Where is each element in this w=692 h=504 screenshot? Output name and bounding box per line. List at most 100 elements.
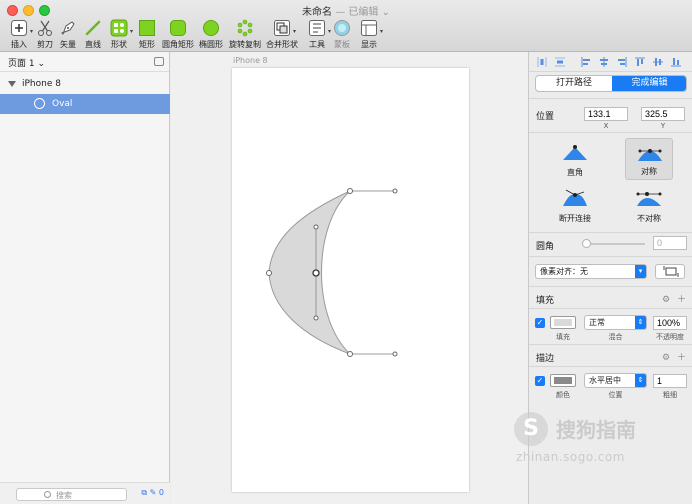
document-status[interactable]: — 已编辑 ⌄ bbox=[335, 7, 390, 18]
border-thickness-field[interactable] bbox=[653, 374, 687, 388]
rotate-copy-label: 旋转复制 bbox=[229, 40, 261, 49]
divider bbox=[529, 308, 692, 309]
add-fill-icon[interactable]: ＋ bbox=[677, 295, 686, 305]
search-icon bbox=[44, 491, 51, 498]
border-color-label: 颜色 bbox=[556, 391, 570, 399]
canvas[interactable]: iPhone 8 bbox=[171, 52, 528, 504]
footer-tools[interactable]: ⧉ ✎ 0 bbox=[141, 488, 164, 498]
fill-section-title: 填充 bbox=[536, 296, 555, 306]
copy-icon[interactable]: ⧉ bbox=[141, 488, 147, 497]
fill-color-swatch[interactable] bbox=[550, 316, 576, 329]
control-handle[interactable] bbox=[313, 315, 319, 321]
layer-oval[interactable]: Oval bbox=[0, 94, 170, 114]
align-top-icon[interactable] bbox=[635, 57, 645, 67]
control-handle[interactable] bbox=[392, 351, 398, 357]
border-color-swatch[interactable] bbox=[550, 374, 576, 387]
oval-tool[interactable]: 椭圆形 bbox=[194, 19, 228, 51]
pixel-align-dropdown[interactable]: 像素对齐：无 ▾ bbox=[535, 264, 647, 279]
rotate-copy-tool[interactable]: 旋转复制 bbox=[228, 19, 262, 51]
anchor-point[interactable] bbox=[347, 351, 353, 357]
point-type-disconnected[interactable]: 断开连接 bbox=[551, 184, 599, 226]
divider bbox=[529, 132, 692, 133]
border-section-title: 描边 bbox=[536, 354, 555, 364]
border-enabled-checkbox[interactable]: ✓ bbox=[535, 376, 545, 386]
pages-header: 页面 1 ⌄ bbox=[0, 52, 169, 72]
page-selector[interactable]: 页面 1 ⌄ bbox=[8, 56, 45, 69]
disclosure-triangle-icon[interactable] bbox=[8, 81, 16, 87]
crescent-shape[interactable] bbox=[268, 190, 351, 355]
oval-layer-icon bbox=[34, 98, 45, 109]
path-edit-segmented: 打开路径 完成编辑 bbox=[535, 75, 687, 92]
corner-radius-field[interactable] bbox=[653, 236, 687, 250]
finish-editing-button[interactable]: 完成编辑 bbox=[612, 76, 686, 91]
corner-radius-label: 圆角 bbox=[536, 242, 555, 252]
edit-pen-icon[interactable]: ✎ bbox=[150, 488, 157, 497]
fill-enabled-checkbox[interactable]: ✓ bbox=[535, 318, 545, 328]
artboard-title[interactable]: iPhone 8 bbox=[233, 56, 268, 65]
layer-name: iPhone 8 bbox=[22, 79, 61, 89]
align-left-icon[interactable] bbox=[581, 57, 591, 67]
fill-opacity-field[interactable] bbox=[653, 316, 687, 330]
open-path-button[interactable]: 打开路径 bbox=[536, 76, 612, 91]
point-type-straight[interactable]: 直角 bbox=[551, 138, 599, 180]
chevron-down-icon: ▾ bbox=[635, 265, 646, 278]
resize-artboard-button[interactable] bbox=[655, 264, 685, 279]
align-right-icon[interactable] bbox=[617, 57, 627, 67]
layer-artboard[interactable]: iPhone 8 bbox=[0, 76, 170, 94]
add-border-icon[interactable]: ＋ bbox=[677, 353, 686, 363]
distribute-vertical-icon[interactable] bbox=[555, 57, 565, 67]
border-thickness-label: 粗细 bbox=[663, 391, 677, 399]
corner-radius-slider[interactable] bbox=[582, 239, 645, 248]
control-handle[interactable] bbox=[313, 224, 319, 230]
pixel-align-value: 像素对齐：无 bbox=[540, 267, 588, 276]
slider-knob[interactable] bbox=[582, 239, 591, 248]
footer-count: 0 bbox=[158, 488, 164, 497]
document-name: 未命名 bbox=[302, 7, 333, 18]
line-icon bbox=[84, 19, 102, 37]
point-type-asymmetric[interactable]: 不对称 bbox=[625, 184, 673, 226]
view-icon bbox=[360, 19, 378, 37]
rectangle-tool[interactable]: 矩形 bbox=[130, 19, 164, 51]
collapse-pages-icon[interactable] bbox=[154, 57, 164, 66]
rounded-rectangle-icon bbox=[169, 19, 187, 37]
border-position-dropdown[interactable]: 水平居中 ⇕ bbox=[584, 373, 647, 388]
view-menu[interactable]: ▾ 显示 bbox=[352, 19, 386, 51]
shape-editor[interactable] bbox=[232, 68, 469, 492]
blend-mode-value: 正常 bbox=[589, 318, 605, 327]
divider bbox=[529, 98, 692, 99]
divider bbox=[529, 256, 692, 257]
align-center-icon[interactable] bbox=[599, 57, 609, 67]
border-color-preview bbox=[554, 377, 572, 384]
layer-name: Oval bbox=[52, 99, 73, 109]
control-handle[interactable] bbox=[392, 188, 398, 194]
anchor-point[interactable] bbox=[347, 188, 353, 194]
title-toolbar: 未命名 — 已编辑 ⌄ ▾ 插入 剪刀 矢量 直线 ▾ 形状 矩形 圆角矩形 椭… bbox=[0, 0, 692, 52]
artboard[interactable] bbox=[232, 68, 469, 492]
gear-icon[interactable]: ⚙ bbox=[662, 295, 670, 305]
distribute-horizontal-icon[interactable] bbox=[537, 57, 547, 67]
combine-shapes-tool[interactable]: ▾ 合并形状 bbox=[265, 19, 299, 51]
position-label: 位置 bbox=[536, 112, 555, 122]
sidebar-footer: 搜索 ⧉ ✎ 0 bbox=[0, 482, 170, 504]
plus-icon bbox=[10, 19, 28, 37]
anchor-point[interactable] bbox=[266, 270, 272, 276]
point-type-label: 对称 bbox=[641, 167, 657, 176]
rounded-rectangle-tool[interactable]: 圆角矩形 bbox=[161, 19, 195, 51]
blend-label: 混合 bbox=[608, 333, 623, 341]
layer-search-input[interactable]: 搜索 bbox=[16, 488, 127, 501]
blend-mode-dropdown[interactable]: 正常 ⇕ bbox=[584, 315, 647, 330]
selected-anchor-point[interactable] bbox=[312, 269, 320, 277]
x-position-field[interactable] bbox=[584, 107, 628, 121]
mask-icon bbox=[333, 19, 351, 37]
gear-icon[interactable]: ⚙ bbox=[662, 353, 670, 363]
align-bottom-icon[interactable] bbox=[671, 57, 681, 67]
chevron-updown-icon: ⇕ bbox=[635, 374, 646, 387]
divider bbox=[529, 232, 692, 233]
divider bbox=[529, 344, 692, 345]
y-position-field[interactable] bbox=[641, 107, 685, 121]
inspector-panel: 打开路径 完成编辑 位置 X Y 直角 对称 断开连接 不对称 圆角 像素对齐：… bbox=[528, 52, 692, 504]
pen-icon bbox=[59, 19, 77, 37]
align-middle-icon[interactable] bbox=[653, 57, 663, 67]
point-type-mirrored[interactable]: 对称 bbox=[625, 138, 673, 180]
view-label: 显示 bbox=[361, 40, 377, 49]
